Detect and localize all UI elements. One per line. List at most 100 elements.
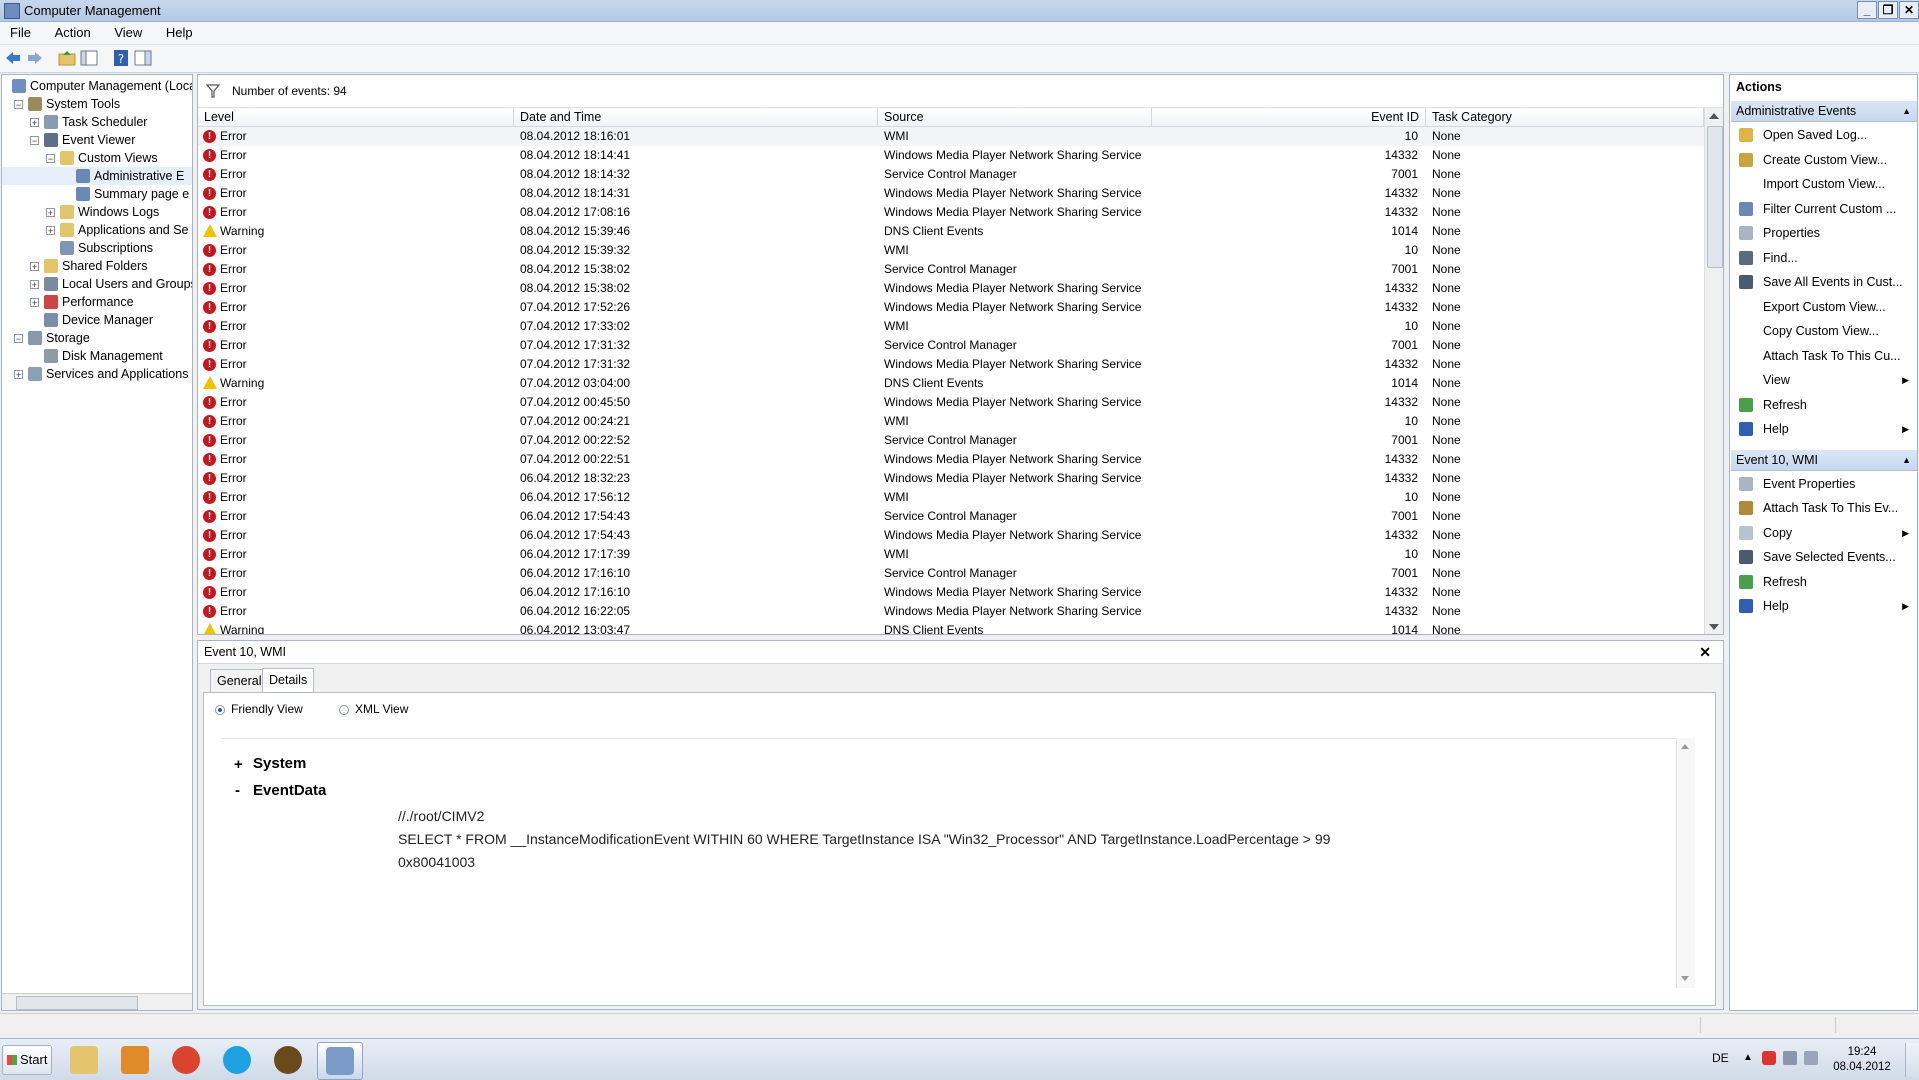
tree-node[interactable]: Computer Management (Local	[2, 77, 192, 95]
tree-node[interactable]: − System Tools	[2, 95, 192, 113]
expander-icon[interactable]: −	[30, 136, 39, 146]
eventdata-toggle[interactable]: -	[235, 782, 240, 799]
tree-node[interactable]: + Local Users and Groups	[2, 275, 192, 293]
action-item[interactable]: Copy ▶	[1730, 522, 1917, 544]
maximize-button[interactable]: ❐	[1878, 1, 1898, 19]
show-action-pane-icon[interactable]	[134, 49, 152, 67]
action-item[interactable]: Attach Task To This Cu...	[1730, 345, 1917, 367]
show-hidden-icons-icon[interactable]: ▲	[1743, 1052, 1753, 1063]
expander-icon[interactable]: +	[46, 226, 55, 236]
action-item[interactable]: View ▶	[1730, 369, 1917, 391]
action-center-icon[interactable]	[1762, 1051, 1776, 1065]
event-row[interactable]: Warning 08.04.2012 15:39:46 DNS Client Eve…	[198, 222, 1704, 241]
xml-view-label[interactable]: XML View	[355, 702, 408, 716]
event-row[interactable]: ! Error 07.04.2012 17:31:32 Service Control…	[198, 336, 1704, 355]
column-header-event-id[interactable]: Event ID	[1152, 108, 1426, 126]
menu-help[interactable]: Help	[156, 22, 203, 43]
details-scrollbar[interactable]	[1676, 738, 1695, 988]
action-item[interactable]: Attach Task To This Ev...	[1730, 497, 1917, 519]
tree-node[interactable]: Administrative E	[2, 167, 192, 185]
eventdata-node[interactable]: EventData	[253, 782, 326, 799]
column-header-level[interactable]: Level	[198, 108, 514, 126]
forward-icon[interactable]	[26, 49, 44, 67]
skype-icon[interactable]	[215, 1042, 259, 1078]
event-row[interactable]: ! Error 06.04.2012 17:56:12 WMI 10 None	[198, 488, 1704, 507]
event-row[interactable]: ! Error 08.04.2012 15:39:32 WMI 10 None	[198, 241, 1704, 260]
clock[interactable]: 19:24 08.04.2012	[1817, 1045, 1907, 1075]
menu-file[interactable]: File	[0, 22, 41, 43]
event-row[interactable]: ! Error 06.04.2012 17:54:43 Service Control…	[198, 507, 1704, 526]
volume-icon[interactable]	[1804, 1051, 1818, 1065]
scrollbar-thumb[interactable]	[1707, 126, 1723, 268]
event-row[interactable]: ! Error 07.04.2012 00:22:52 Service Control…	[198, 431, 1704, 450]
event-row[interactable]: ! Error 06.04.2012 17:16:10 Windows Media P…	[198, 583, 1704, 602]
computer-management-icon[interactable]	[317, 1042, 363, 1080]
event-row[interactable]: ! Error 08.04.2012 18:16:01 WMI 10 None	[198, 127, 1704, 146]
tab-details[interactable]: Details	[262, 668, 315, 693]
tree-node[interactable]: Disk Management	[2, 347, 192, 365]
chrome-icon[interactable]	[164, 1042, 208, 1078]
event-row[interactable]: ! Error 06.04.2012 17:17:39 WMI 10 None	[198, 545, 1704, 564]
event-row[interactable]: ! Error 07.04.2012 00:22:51 Windows Media P…	[198, 450, 1704, 469]
scrollbar-thumb[interactable]	[16, 996, 138, 1010]
xml-view-radio[interactable]	[339, 705, 349, 715]
action-item[interactable]: Find...	[1730, 247, 1917, 269]
collapse-icon[interactable]: ▲	[1902, 450, 1911, 471]
action-item[interactable]: Help ▶	[1730, 418, 1917, 440]
tree-node[interactable]: + Task Scheduler	[2, 113, 192, 131]
action-item[interactable]: Refresh	[1730, 571, 1917, 593]
help-icon[interactable]: ?	[112, 49, 130, 67]
column-header-date[interactable]: Date and Time	[514, 108, 878, 126]
close-button[interactable]: ✕	[1899, 1, 1919, 19]
event-row[interactable]: ! Error 08.04.2012 18:14:32 Service Control…	[198, 165, 1704, 184]
action-item[interactable]: Save All Events in Cust...	[1730, 271, 1917, 293]
tab-general[interactable]: General	[210, 669, 269, 692]
warcraft-icon[interactable]	[266, 1042, 310, 1078]
menu-view[interactable]: View	[104, 22, 152, 43]
close-details-icon[interactable]: ✕	[1699, 641, 1711, 663]
expander-icon[interactable]: +	[14, 370, 23, 380]
start-button[interactable]: Start	[2, 1045, 52, 1075]
action-item[interactable]: Save Selected Events...	[1730, 546, 1917, 568]
system-node[interactable]: System	[253, 755, 306, 772]
event-list-scrollbar[interactable]	[1704, 108, 1723, 634]
tree-node[interactable]: − Custom Views	[2, 149, 192, 167]
tree-node[interactable]: Summary page e	[2, 185, 192, 203]
event-row[interactable]: ! Error 08.04.2012 17:08:16 Windows Media P…	[198, 203, 1704, 222]
expander-icon[interactable]: +	[30, 118, 39, 128]
system-toggle[interactable]: +	[234, 756, 243, 773]
event-row[interactable]: ! Error 07.04.2012 17:33:02 WMI 10 None	[198, 317, 1704, 336]
expander-icon[interactable]: +	[46, 208, 55, 218]
tree-node[interactable]: + Windows Logs	[2, 203, 192, 221]
media-player-icon[interactable]	[113, 1042, 157, 1078]
action-item[interactable]: Export Custom View...	[1730, 296, 1917, 318]
expander-icon[interactable]: −	[14, 334, 23, 344]
show-hide-tree-icon[interactable]	[80, 49, 98, 67]
action-item[interactable]: Refresh	[1730, 394, 1917, 416]
tree-node[interactable]: + Applications and Se	[2, 221, 192, 239]
tree-node[interactable]: + Services and Applications	[2, 365, 192, 383]
column-header-source[interactable]: Source	[878, 108, 1152, 126]
actions-section-header[interactable]: Administrative Events ▲	[1731, 101, 1917, 122]
event-row[interactable]: ! Error 08.04.2012 18:14:31 Windows Media P…	[198, 184, 1704, 203]
show-desktop-button[interactable]	[1905, 1043, 1919, 1077]
tree-node[interactable]: Device Manager	[2, 311, 192, 329]
event-row[interactable]: Warning 06.04.2012 13:03:47 DNS Client Eve…	[198, 621, 1704, 634]
event-row[interactable]: ! Error 07.04.2012 17:52:26 Windows Media P…	[198, 298, 1704, 317]
action-item[interactable]: Import Custom View...	[1730, 173, 1917, 195]
expander-icon[interactable]: −	[46, 154, 55, 164]
actions-section-header[interactable]: Event 10, WMI ▲	[1731, 449, 1917, 471]
event-row[interactable]: ! Error 06.04.2012 17:16:10 Service Control…	[198, 564, 1704, 583]
action-item[interactable]: Open Saved Log...	[1730, 124, 1917, 146]
scroll-down-icon[interactable]	[1681, 976, 1689, 981]
action-item[interactable]: Copy Custom View...	[1730, 320, 1917, 342]
explorer-icon[interactable]	[62, 1042, 106, 1078]
action-item[interactable]: Create Custom View...	[1730, 149, 1917, 171]
action-item[interactable]: Event Properties	[1730, 473, 1917, 495]
event-row[interactable]: ! Error 08.04.2012 15:38:02 Service Control…	[198, 260, 1704, 279]
event-row[interactable]: ! Error 07.04.2012 17:31:32 Windows Media P…	[198, 355, 1704, 374]
event-row[interactable]: ! Error 07.04.2012 00:45:50 Windows Media P…	[198, 393, 1704, 412]
action-item[interactable]: Properties	[1730, 222, 1917, 244]
event-row[interactable]: ! Error 08.04.2012 15:38:02 Windows Media P…	[198, 279, 1704, 298]
tree-node[interactable]: Subscriptions	[2, 239, 192, 257]
